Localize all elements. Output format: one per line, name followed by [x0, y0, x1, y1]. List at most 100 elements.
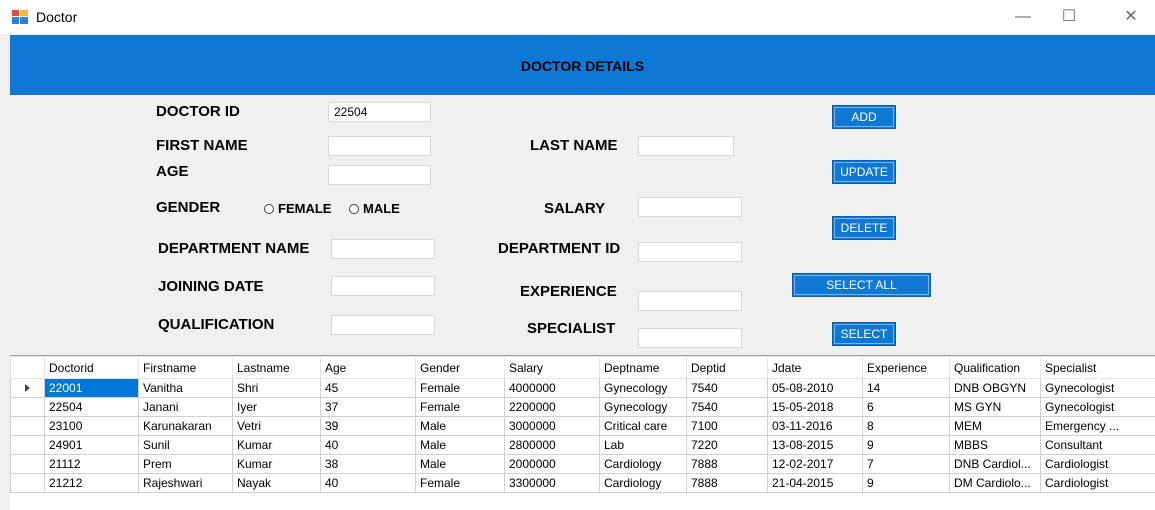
table-cell[interactable]: 3300000 [504, 473, 600, 493]
table-cell[interactable]: 2800000 [504, 435, 600, 455]
column-header[interactable]: Salary [504, 356, 600, 379]
table-row[interactable]: 22504 Janani Iyer 37 Female 2200000 Gynecology… [10, 397, 1155, 417]
table-cell[interactable]: 9 [862, 473, 950, 493]
row-header[interactable] [10, 435, 45, 455]
minimize-button[interactable]: — [1000, 0, 1046, 34]
table-cell[interactable]: Iyer [232, 397, 321, 417]
department-id-input[interactable] [638, 242, 742, 262]
table-cell[interactable]: 7 [862, 454, 950, 474]
table-cell[interactable]: 39 [320, 416, 416, 436]
close-button[interactable]: ✕ [1108, 0, 1154, 34]
delete-button[interactable]: DELETE [832, 216, 896, 240]
table-cell[interactable]: Critical care [599, 416, 687, 436]
table-row[interactable]: 22001 Vanitha Shri 45 Female 4000000 Gynecolog… [10, 378, 1155, 398]
table-cell[interactable]: MS GYN [949, 397, 1041, 417]
table-cell[interactable]: MBBS [949, 435, 1041, 455]
qualification-input[interactable] [331, 315, 435, 335]
table-cell[interactable]: MEM [949, 416, 1041, 436]
doctor-table[interactable]: Doctorid Firstname Lastname Age Gender Salary… [10, 355, 1155, 510]
column-header[interactable]: Age [320, 356, 416, 379]
column-header[interactable]: Qualification [949, 356, 1041, 379]
table-cell[interactable]: 23100 [44, 416, 139, 436]
age-input[interactable] [328, 165, 431, 185]
table-cell[interactable]: DNB Cardiol... [949, 454, 1041, 474]
table-cell[interactable]: 22001 [44, 378, 139, 398]
table-cell[interactable]: Shri [232, 378, 321, 398]
table-cell[interactable]: Janani [138, 397, 233, 417]
table-cell[interactable]: 2000000 [504, 454, 600, 474]
table-cell[interactable]: DM Cardiolo... [949, 473, 1041, 493]
table-cell[interactable]: 40 [320, 435, 416, 455]
table-cell[interactable]: 21112 [44, 454, 139, 474]
table-cell[interactable]: Karunakaran [138, 416, 233, 436]
table-cell[interactable]: Gynecologist [1040, 397, 1155, 417]
table-cell[interactable]: 3000000 [504, 416, 600, 436]
salary-input[interactable] [638, 197, 742, 217]
row-header[interactable] [10, 378, 45, 398]
table-cell[interactable]: Female [415, 473, 505, 493]
column-header[interactable]: Gender [415, 356, 505, 379]
select-button[interactable]: SELECT [832, 322, 896, 346]
table-row[interactable]: 23100 Karunakaran Vetri 39 Male 3000000 Critic… [10, 416, 1155, 436]
last-name-input[interactable] [638, 136, 734, 156]
table-cell[interactable]: DNB OBGYN [949, 378, 1041, 398]
table-cell[interactable]: 7100 [686, 416, 768, 436]
add-button[interactable]: ADD [832, 105, 896, 129]
column-header[interactable]: Jdate [767, 356, 863, 379]
table-cell[interactable]: 7888 [686, 473, 768, 493]
table-row[interactable]: 24901 Sunil Kumar 40 Male 2800000 Lab 7220 13-08… [10, 435, 1155, 455]
column-header[interactable]: Deptid [686, 356, 768, 379]
column-header[interactable]: Experience [862, 356, 950, 379]
table-cell[interactable]: 12-02-2017 [767, 454, 863, 474]
row-header[interactable] [10, 416, 45, 436]
table-row[interactable]: 21112 Prem Kumar 38 Male 2000000 Cardiology 788… [10, 454, 1155, 474]
row-header[interactable] [10, 473, 45, 493]
joining-date-input[interactable] [331, 276, 435, 296]
column-header[interactable]: Doctorid [44, 356, 139, 379]
row-header[interactable] [10, 454, 45, 474]
table-cell[interactable]: 21212 [44, 473, 139, 493]
table-cell[interactable]: Consultant [1040, 435, 1155, 455]
table-cell[interactable]: 38 [320, 454, 416, 474]
table-row[interactable]: 21212 Rajeshwari Nayak 40 Female 3300000 Cardi… [10, 473, 1155, 493]
table-cell[interactable]: 2200000 [504, 397, 600, 417]
table-cell[interactable]: 4000000 [504, 378, 600, 398]
table-cell[interactable]: 14 [862, 378, 950, 398]
table-cell[interactable]: 15-05-2018 [767, 397, 863, 417]
row-header[interactable] [10, 397, 45, 417]
column-header[interactable]: Specialist [1040, 356, 1155, 379]
table-cell[interactable]: Vetri [232, 416, 321, 436]
update-button[interactable]: UPDATE [832, 160, 896, 184]
table-cell[interactable]: Nayak [232, 473, 321, 493]
column-header[interactable]: Firstname [138, 356, 233, 379]
table-cell[interactable]: Gynecology [599, 397, 687, 417]
table-cell[interactable]: Vanitha [138, 378, 233, 398]
table-cell[interactable]: 24901 [44, 435, 139, 455]
experience-input[interactable] [638, 291, 742, 311]
table-cell[interactable]: Sunil [138, 435, 233, 455]
table-cell[interactable]: Prem [138, 454, 233, 474]
table-cell[interactable]: Rajeshwari [138, 473, 233, 493]
table-cell[interactable]: Kumar [232, 435, 321, 455]
column-header[interactable]: Lastname [232, 356, 321, 379]
select-all-button[interactable]: SELECT ALL [792, 273, 931, 297]
table-cell[interactable]: 7540 [686, 378, 768, 398]
table-cell[interactable]: 8 [862, 416, 950, 436]
table-cell[interactable]: Gynecologist [1040, 378, 1155, 398]
table-cell[interactable]: 05-08-2010 [767, 378, 863, 398]
table-cell[interactable]: Male [415, 435, 505, 455]
table-cell[interactable]: 9 [862, 435, 950, 455]
table-cell[interactable]: Cardiology [599, 473, 687, 493]
table-cell[interactable]: 6 [862, 397, 950, 417]
table-cell[interactable]: Cardiologist [1040, 473, 1155, 493]
table-cell[interactable]: Cardiologist [1040, 454, 1155, 474]
table-cell[interactable]: 37 [320, 397, 416, 417]
table-cell[interactable]: 7888 [686, 454, 768, 474]
table-cell[interactable]: Female [415, 397, 505, 417]
maximize-button[interactable]: ☐ [1046, 0, 1092, 34]
table-cell[interactable]: 45 [320, 378, 416, 398]
table-cell[interactable]: 13-08-2015 [767, 435, 863, 455]
first-name-input[interactable] [328, 136, 431, 156]
table-cell[interactable]: 03-11-2016 [767, 416, 863, 436]
table-cell[interactable]: 40 [320, 473, 416, 493]
